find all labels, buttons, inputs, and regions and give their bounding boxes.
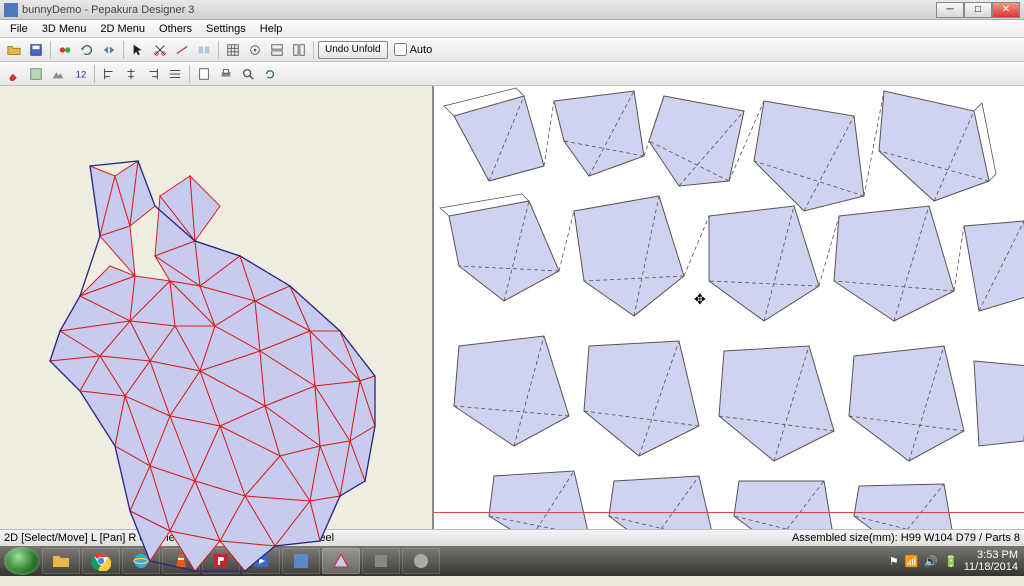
tool-align-r-icon[interactable] [143,64,163,84]
window-title: bunnyDemo - Pepakura Designer 3 [22,4,936,16]
menu-3d[interactable]: 3D Menu [36,22,93,36]
clock-time: 3:53 PM [964,549,1018,561]
clock-date: 11/18/2014 [964,561,1018,573]
workspace: ✥ [0,86,1024,529]
menu-2d[interactable]: 2D Menu [94,22,151,36]
menu-others[interactable]: Others [153,22,198,36]
tool-align-c-icon[interactable] [121,64,141,84]
tool-pointer-icon[interactable] [128,40,148,60]
cursor-icon: ✥ [694,291,706,308]
toolbar-separator [313,41,314,59]
viewport-2d[interactable]: ✥ [434,86,1024,529]
viewport-3d[interactable] [0,86,434,529]
auto-checkbox-input[interactable] [394,43,407,56]
tray-network-icon[interactable]: 📶 [905,555,919,568]
undo-unfold-button[interactable]: Undo Unfold [318,41,388,59]
toolbar-separator [189,65,190,83]
menu-settings[interactable]: Settings [200,22,252,36]
status-right: Assembled size(mm): H99 W104 D79 / Parts… [792,532,1020,544]
tool-cut-icon[interactable] [150,40,170,60]
tool-align-l-icon[interactable] [99,64,119,84]
auto-checkbox[interactable]: Auto [394,43,433,56]
svg-text:12: 12 [76,69,87,80]
toolbar-secondary: 12 [0,62,1024,86]
open-button[interactable] [4,40,24,60]
tray-battery-icon[interactable]: 🔋 [944,555,958,568]
menu-help[interactable]: Help [254,22,289,36]
tool-distribute-icon[interactable] [165,64,185,84]
tool-snap-icon[interactable] [245,40,265,60]
tray-volume-icon[interactable]: 🔊 [924,555,938,568]
taskbar-clock[interactable]: 3:53 PM 11/18/2014 [964,549,1020,573]
tool-number-icon[interactable]: 12 [70,64,90,84]
toolbar-main: Undo Unfold Auto [0,38,1024,62]
auto-label: Auto [410,44,433,56]
toolbar-separator [94,65,95,83]
tool-print-icon[interactable] [216,64,236,84]
maximize-button[interactable]: □ [964,2,992,18]
tool-flip-icon[interactable] [99,40,119,60]
tool-mountain-icon[interactable] [48,64,68,84]
menu-file[interactable]: File [4,22,34,36]
app-icon [4,3,18,17]
tool-paint-icon[interactable] [4,64,24,84]
tool-zoom-icon[interactable] [238,64,258,84]
window-controls: ─ □ ✕ [936,2,1020,18]
toolbar-separator [218,41,219,59]
menu-bar: File 3D Menu 2D Menu Others Settings Hel… [0,20,1024,38]
tool-edge-icon[interactable] [172,40,192,60]
minimize-button[interactable]: ─ [936,2,964,18]
tool-grid-icon[interactable] [223,40,243,60]
tool-refresh-icon[interactable] [260,64,280,84]
tool-recolor-icon[interactable] [55,40,75,60]
save-button[interactable] [26,40,46,60]
tool-rotate-icon[interactable] [77,40,97,60]
tool-join-icon[interactable] [194,40,214,60]
tool-texture-icon[interactable] [26,64,46,84]
toolbar-separator [50,41,51,59]
tool-layout-h-icon[interactable] [267,40,287,60]
tool-page-icon[interactable] [194,64,214,84]
page-boundary-line [434,512,1024,513]
unfolded-pattern [434,86,1024,529]
close-button[interactable]: ✕ [992,2,1020,18]
window-titlebar: bunnyDemo - Pepakura Designer 3 ─ □ ✕ [0,0,1024,20]
tool-layout-v-icon[interactable] [289,40,309,60]
toolbar-separator [123,41,124,59]
system-tray[interactable]: ⚑ 📶 🔊 🔋 3:53 PM 11/18/2014 [889,549,1020,573]
model-3d-bunny [20,146,410,586]
tray-flag-icon[interactable]: ⚑ [889,555,899,568]
